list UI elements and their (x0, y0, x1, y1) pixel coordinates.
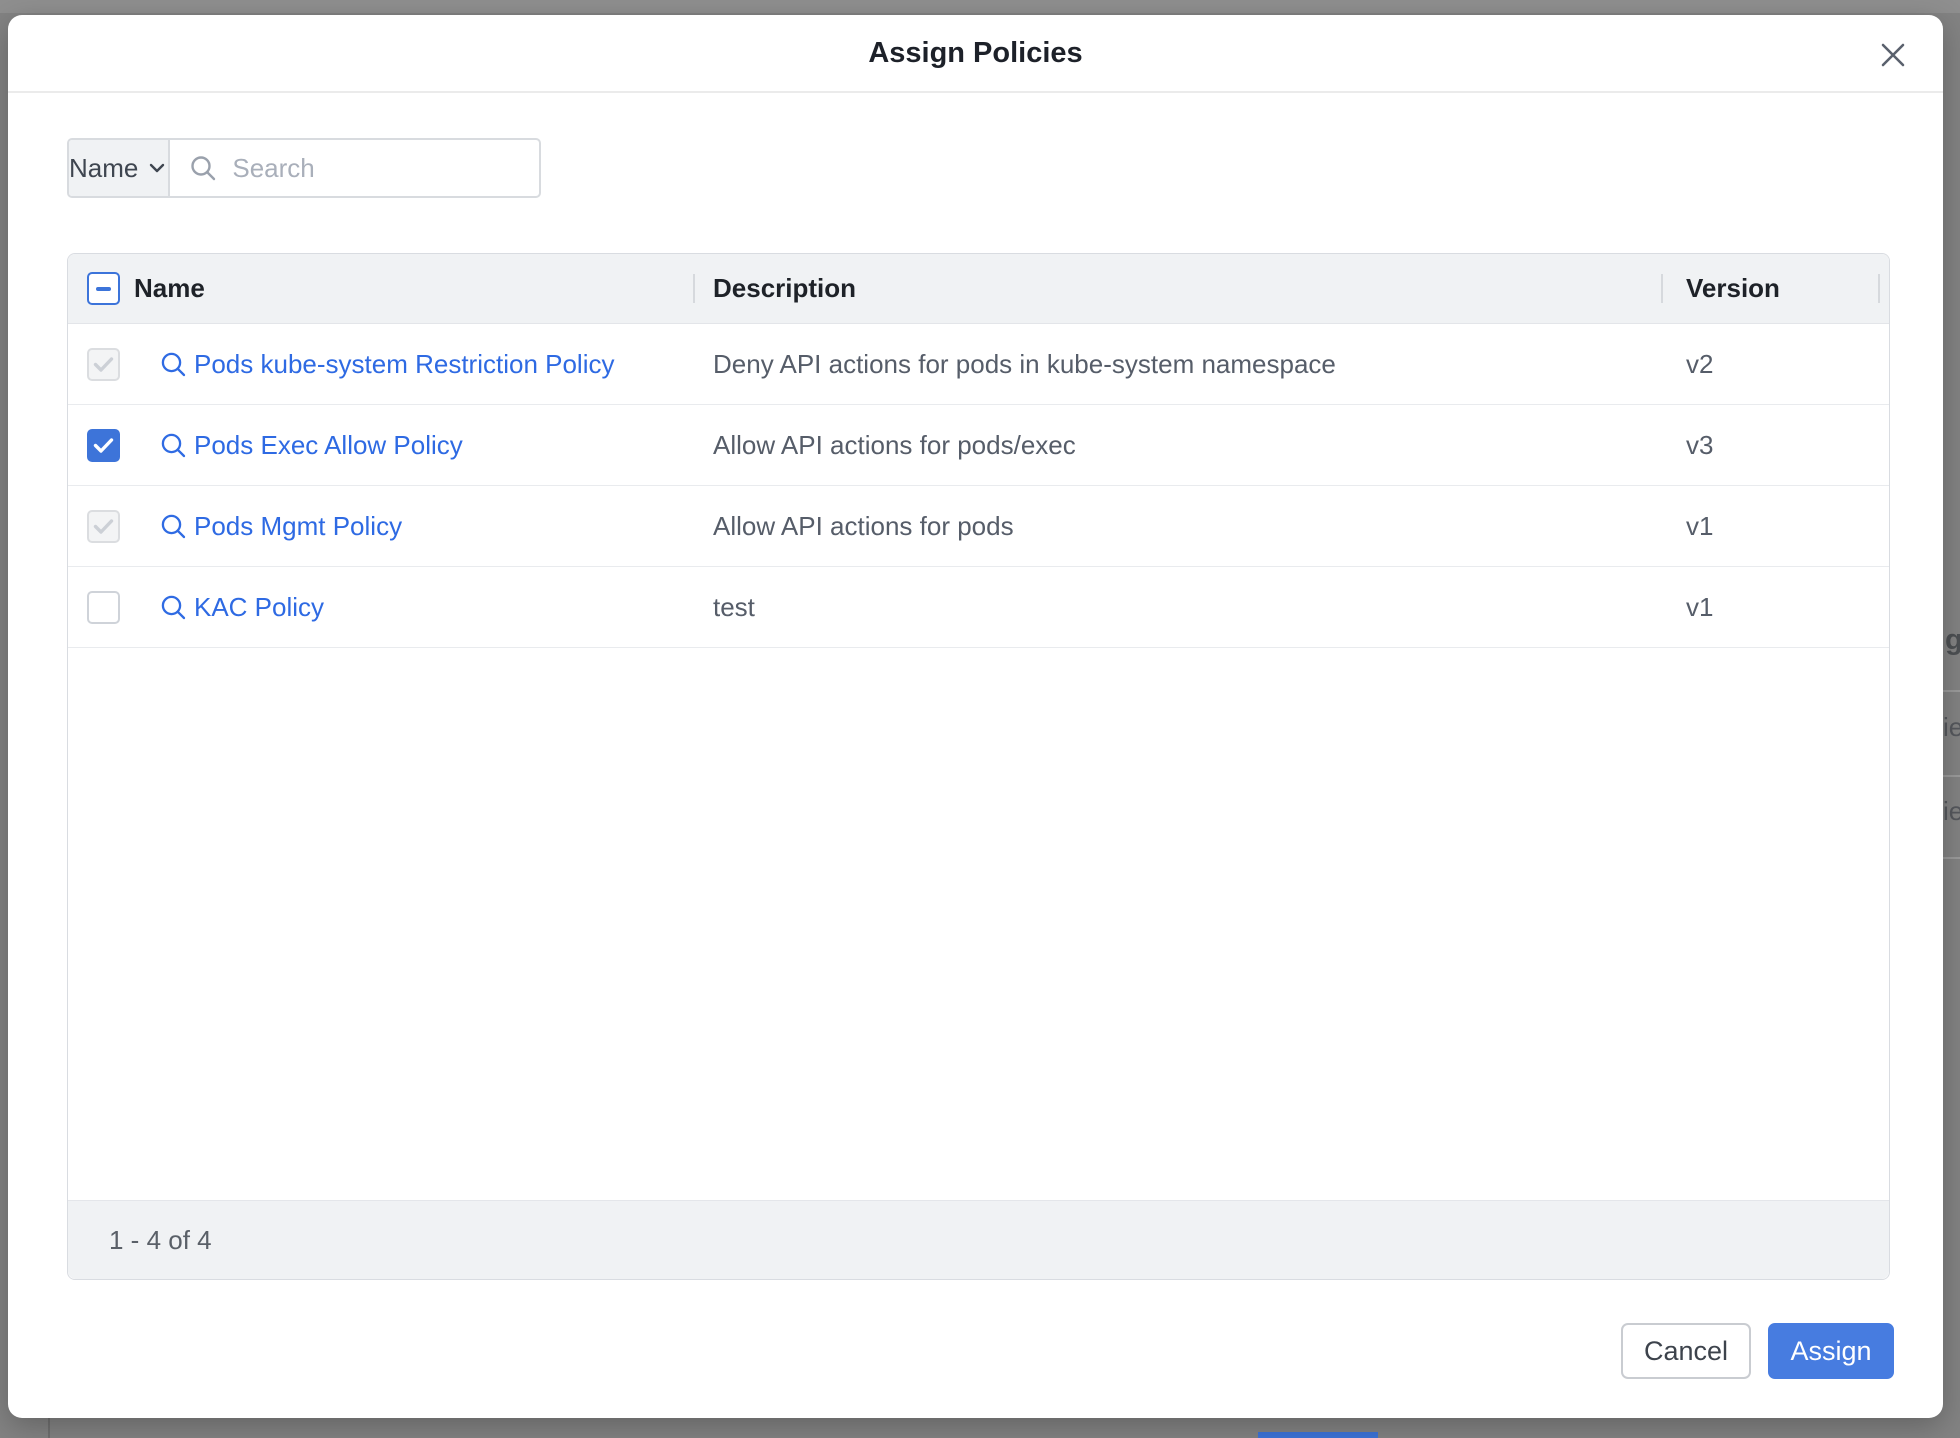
background-table-fragment: g ie ie (1943, 600, 1960, 900)
check-icon (93, 518, 114, 535)
policy-version: v3 (1686, 405, 1713, 485)
row-checkbox[interactable] (87, 510, 120, 543)
policy-name-link[interactable]: Pods Mgmt Policy (194, 486, 402, 566)
close-icon (1879, 41, 1907, 69)
column-divider (1878, 274, 1880, 303)
search-icon (188, 153, 218, 183)
background-row-divider (1943, 857, 1960, 859)
chevron-down-icon (146, 157, 168, 179)
background-edge-line (48, 1418, 50, 1438)
background-row-divider (1943, 690, 1960, 692)
policy-version: v1 (1686, 486, 1713, 566)
column-header-version: Version (1686, 254, 1780, 323)
indeterminate-dash-icon (96, 287, 111, 291)
policy-version: v1 (1686, 567, 1713, 647)
search-filter-bar: Name (67, 138, 541, 198)
assign-button[interactable]: Assign (1768, 1323, 1894, 1379)
table-row[interactable]: Pods Exec Allow Policy Allow API actions… (68, 405, 1889, 486)
cancel-button[interactable]: Cancel (1621, 1323, 1751, 1379)
assign-policies-modal: Assign Policies Name Name (8, 15, 1943, 1418)
modal-header: Assign Policies (8, 15, 1943, 93)
policy-search-icon[interactable] (160, 351, 187, 378)
filter-field-label: Name (69, 153, 138, 184)
backdrop-top-strip (0, 0, 1960, 13)
table-row[interactable]: Pods Mgmt Policy Allow API actions for p… (68, 486, 1889, 567)
background-blue-button-fragment (1258, 1432, 1378, 1438)
row-checkbox[interactable] (87, 348, 120, 381)
policy-search-icon[interactable] (160, 594, 187, 621)
policy-name-link[interactable]: Pods Exec Allow Policy (194, 405, 463, 485)
search-box (170, 140, 569, 196)
policy-search-icon[interactable] (160, 432, 187, 459)
background-column-header-fragment: g (1945, 624, 1960, 657)
background-cell-fragment: ie (1943, 796, 1960, 827)
policy-name-link[interactable]: KAC Policy (194, 567, 324, 647)
background-cell-fragment: ie (1943, 712, 1960, 743)
pagination-label: 1 - 4 of 4 (109, 1201, 212, 1279)
background-row-divider (1943, 775, 1960, 777)
policy-version: v2 (1686, 324, 1713, 404)
policy-description: test (713, 567, 755, 647)
filter-field-dropdown[interactable]: Name (69, 140, 170, 196)
policy-search-icon[interactable] (160, 513, 187, 540)
search-input[interactable] (230, 152, 569, 185)
policies-table: Name Description Version Pods kube-syste… (67, 253, 1890, 1280)
column-header-name: Name (134, 254, 205, 323)
modal-title: Assign Policies (8, 15, 1943, 91)
policy-name-link[interactable]: Pods kube-system Restriction Policy (194, 324, 614, 404)
check-icon (93, 437, 114, 454)
policy-description: Deny API actions for pods in kube-system… (713, 324, 1336, 404)
pagination-bar: 1 - 4 of 4 (68, 1200, 1889, 1279)
table-row[interactable]: KAC Policy test v1 (68, 567, 1889, 648)
row-checkbox[interactable] (87, 429, 120, 462)
column-header-description: Description (713, 254, 856, 323)
check-icon (93, 356, 114, 373)
row-checkbox[interactable] (87, 591, 120, 624)
select-all-checkbox[interactable] (87, 272, 120, 305)
column-divider (693, 274, 695, 303)
policy-description: Allow API actions for pods (713, 486, 1014, 566)
policy-description: Allow API actions for pods/exec (713, 405, 1076, 485)
table-row[interactable]: Pods kube-system Restriction Policy Deny… (68, 324, 1889, 405)
table-header-row: Name Description Version (68, 254, 1889, 324)
column-divider (1661, 274, 1663, 303)
close-button[interactable] (1871, 33, 1915, 77)
table-body: Pods kube-system Restriction Policy Deny… (68, 324, 1889, 648)
